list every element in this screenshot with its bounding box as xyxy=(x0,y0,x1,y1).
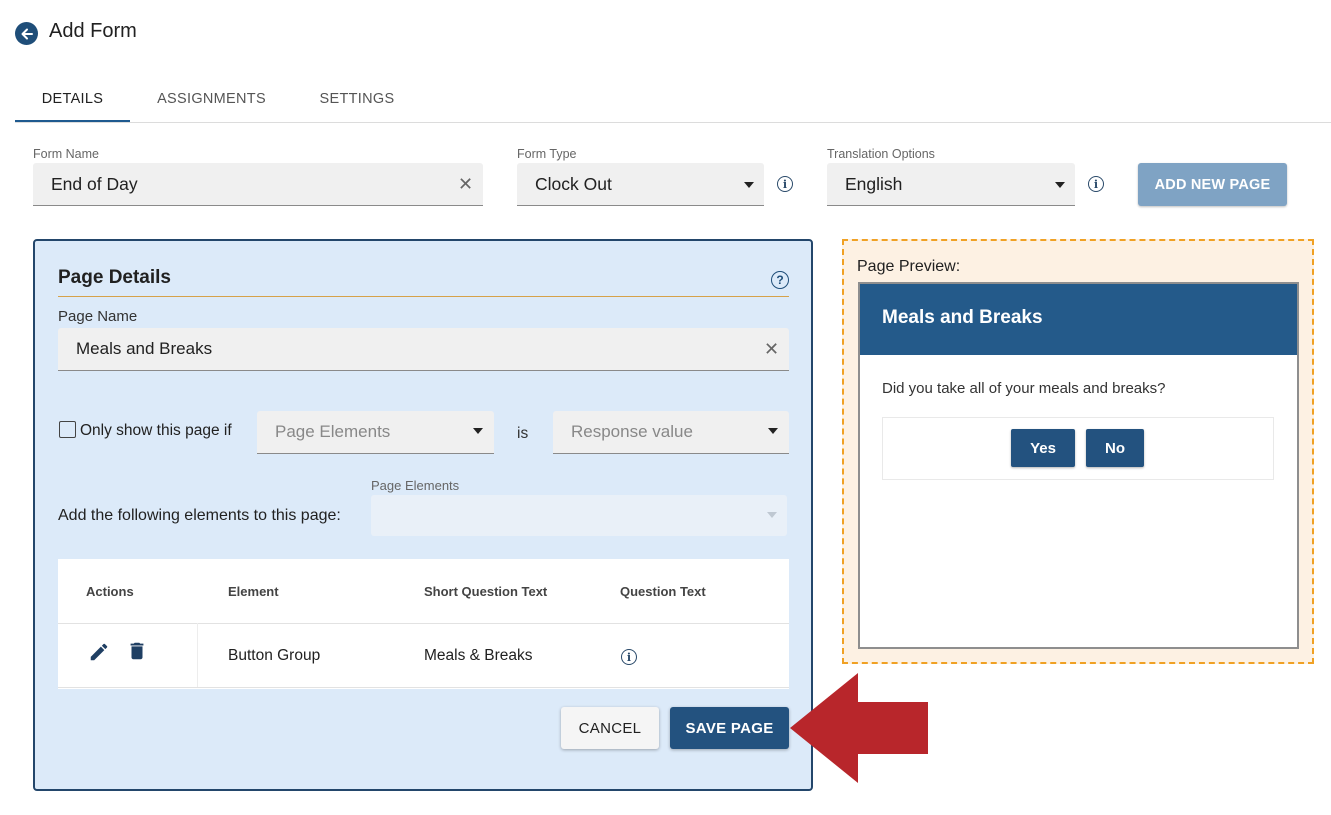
translation-select[interactable]: English xyxy=(827,163,1075,206)
elements-table: Actions Element Short Question Text Ques… xyxy=(58,559,789,689)
column-header-actions: Actions xyxy=(86,584,134,599)
form-name-input[interactable]: End of Day xyxy=(33,163,483,206)
divider xyxy=(58,687,789,688)
page-elements-label: Page Elements xyxy=(371,478,460,493)
form-type-value: Clock Out xyxy=(535,173,612,194)
divider xyxy=(58,623,789,624)
only-show-checkbox[interactable] xyxy=(59,421,76,438)
form-type-label: Form Type xyxy=(517,147,577,161)
red-arrow-icon xyxy=(790,673,928,783)
cancel-button[interactable]: CANCEL xyxy=(561,707,659,749)
page-title: Add Form xyxy=(49,20,137,42)
tab-details[interactable]: DETAILS xyxy=(15,76,130,122)
condition-element-placeholder: Page Elements xyxy=(275,422,391,441)
element-cell: Button Group xyxy=(228,647,321,664)
column-header-short-question: Short Question Text xyxy=(424,584,548,599)
chevron-down-icon xyxy=(744,182,754,188)
chevron-down-icon xyxy=(767,512,777,518)
column-header-question-text: Question Text xyxy=(620,584,706,599)
preview-button-group xyxy=(882,417,1274,480)
info-icon[interactable]: i xyxy=(777,176,793,192)
help-icon[interactable]: ? xyxy=(771,271,789,289)
add-new-page-button[interactable]: ADD NEW PAGE xyxy=(1138,163,1287,206)
divider xyxy=(58,296,789,297)
arrow-left-icon xyxy=(21,28,33,39)
page-details-title: Page Details xyxy=(58,267,171,288)
back-button[interactable] xyxy=(15,22,38,45)
chevron-down-icon xyxy=(768,428,778,434)
no-button[interactable]: No xyxy=(1086,429,1144,467)
divider xyxy=(197,623,198,687)
short-question-cell: Meals & Breaks xyxy=(424,647,533,664)
clear-icon[interactable]: ✕ xyxy=(458,174,473,195)
response-value-placeholder: Response value xyxy=(571,422,693,441)
page-name-value: Meals and Breaks xyxy=(76,339,213,358)
chevron-down-icon xyxy=(473,428,483,434)
only-show-label: Only show this page if xyxy=(80,422,232,439)
translation-value: English xyxy=(845,173,903,194)
form-name-label: Form Name xyxy=(33,147,99,161)
translation-options-label: Translation Options xyxy=(827,147,935,161)
info-icon[interactable]: i xyxy=(621,649,637,665)
form-type-select[interactable]: Clock Out xyxy=(517,163,764,206)
chevron-down-icon xyxy=(1055,182,1065,188)
clear-icon[interactable]: ✕ xyxy=(764,339,779,360)
preview-header-title: Meals and Breaks xyxy=(882,307,1043,328)
page-elements-select[interactable] xyxy=(371,495,787,536)
page-name-label: Page Name xyxy=(58,308,138,325)
save-page-button[interactable]: SAVE PAGE xyxy=(670,707,789,749)
info-icon[interactable]: i xyxy=(1088,176,1104,192)
add-elements-text: Add the following elements to this page: xyxy=(58,507,341,524)
trash-icon[interactable] xyxy=(126,639,148,668)
is-label: is xyxy=(517,425,529,442)
preview-question: Did you take all of your meals and break… xyxy=(882,380,1166,397)
condition-element-select[interactable]: Page Elements xyxy=(257,411,494,454)
page-name-input[interactable]: Meals and Breaks xyxy=(58,328,789,371)
form-name-value: End of Day xyxy=(51,173,138,194)
active-tab-indicator xyxy=(15,120,130,122)
tab-bar: DETAILS ASSIGNMENTS SETTINGS xyxy=(15,76,1331,123)
pencil-icon[interactable] xyxy=(88,641,110,668)
page-preview-label: Page Preview: xyxy=(857,258,961,275)
response-value-select[interactable]: Response value xyxy=(553,411,789,454)
tab-assignments[interactable]: ASSIGNMENTS xyxy=(143,76,280,122)
column-header-element: Element xyxy=(228,584,279,599)
tab-settings[interactable]: SETTINGS xyxy=(307,76,407,122)
yes-button[interactable]: Yes xyxy=(1011,429,1075,467)
